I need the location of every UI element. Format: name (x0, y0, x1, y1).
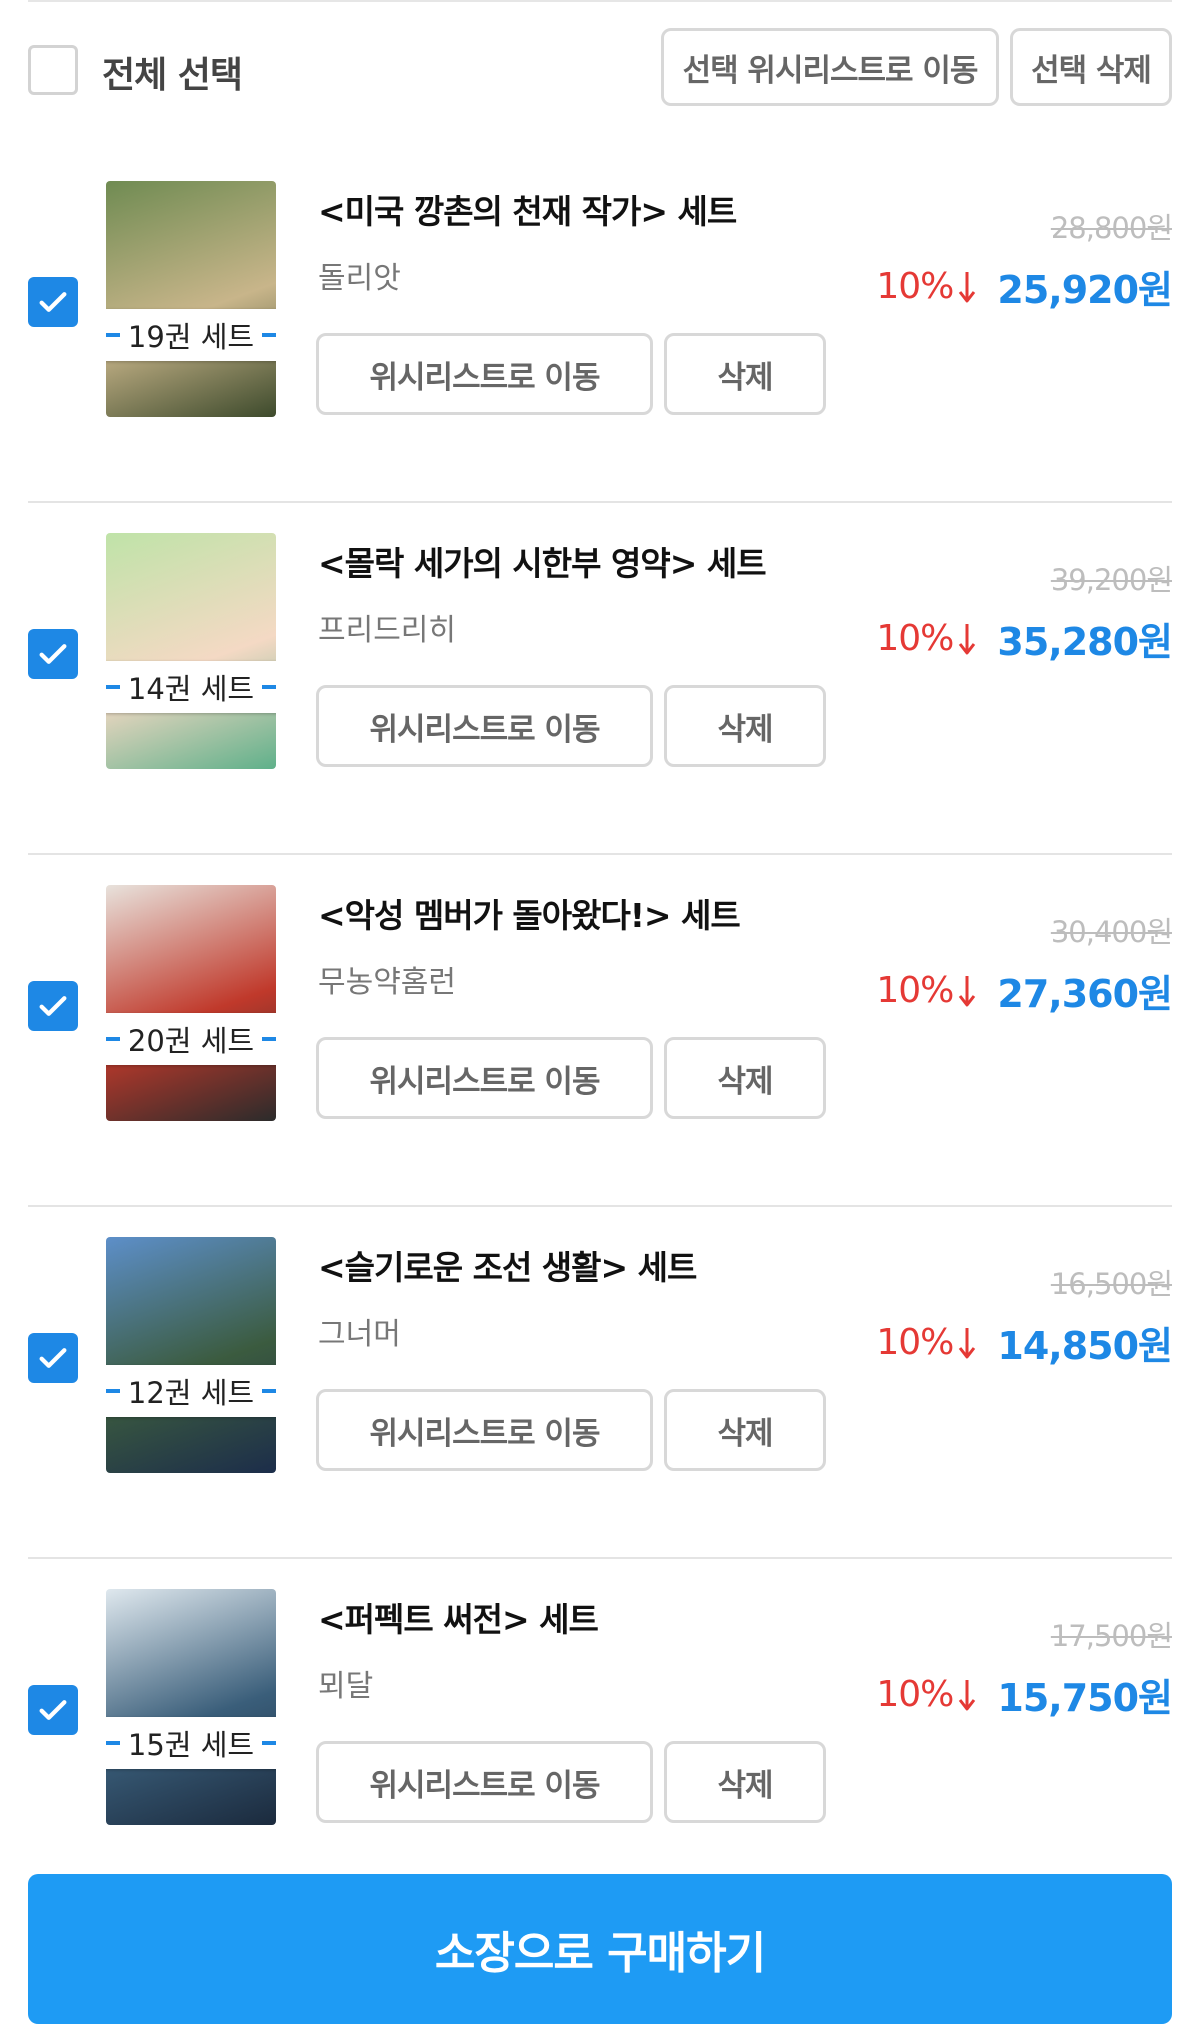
badge-dash (106, 333, 120, 337)
original-price: 17,500원 (1050, 1619, 1173, 1653)
book-cover[interactable]: 15권 세트 (106, 1589, 276, 1825)
discount-rate: 10% (876, 970, 954, 1011)
move-to-wishlist-button[interactable]: 위시리스트로 이동 (316, 333, 653, 415)
down-arrow-icon (959, 623, 976, 654)
badge-dash (106, 685, 120, 689)
volume-badge: 14권 세트 (106, 661, 276, 713)
cart-item: 14권 세트 <몰락 세가의 시한부 영약> 세트프리드리히위시리스트로 이동 삭제… (28, 499, 1173, 855)
sale-price: 25,920원 (997, 268, 1173, 312)
price-row: 10% 27,360원 (876, 963, 1173, 1018)
badge-dash (106, 1741, 120, 1745)
item-checkbox[interactable] (28, 981, 78, 1031)
book-title[interactable]: <퍼펙트 써전> 세트 (318, 1593, 599, 1641)
book-title[interactable]: <미국 깡촌의 천재 작가> 세트 (318, 185, 737, 233)
check-icon (39, 996, 67, 1016)
down-arrow-icon (959, 975, 976, 1006)
badge-dash (106, 1037, 120, 1041)
item-checkbox[interactable] (28, 277, 78, 327)
delete-button[interactable]: 삭제 (664, 685, 826, 767)
down-arrow-icon (959, 1327, 976, 1358)
original-price: 16,500원 (1050, 1267, 1173, 1301)
cart-item: 15권 세트 <퍼펙트 써전> 세트뫼달위시리스트로 이동 삭제 17,500원 10%… (28, 1555, 1173, 1911)
cover-image (106, 885, 276, 1121)
volume-badge-text: 15권 세트 (127, 1728, 255, 1762)
delete-selected-button[interactable]: 선택 삭제 (1010, 28, 1172, 106)
move-to-wishlist-button[interactable]: 위시리스트로 이동 (316, 1389, 653, 1471)
cart-item: 12권 세트 <슬기로운 조선 생활> 세트그너머위시리스트로 이동 삭제 16,50… (28, 1203, 1173, 1559)
price-row: 10% 25,920원 (876, 259, 1173, 314)
original-price: 39,200원 (1050, 563, 1173, 597)
move-selected-to-wishlist-button[interactable]: 선택 위시리스트로 이동 (661, 28, 999, 106)
sale-price: 15,750원 (997, 1676, 1173, 1720)
down-arrow-icon (959, 1679, 976, 1710)
badge-dash (262, 333, 276, 337)
select-all-label[interactable]: 전체 선택 (102, 46, 243, 98)
book-cover[interactable]: 20권 세트 (106, 885, 276, 1121)
book-cover[interactable]: 12권 세트 (106, 1237, 276, 1473)
item-checkbox[interactable] (28, 1333, 78, 1383)
badge-dash (262, 685, 276, 689)
cart-item: 19권 세트 <미국 깡촌의 천재 작가> 세트돌리앗위시리스트로 이동 삭제 28,… (28, 147, 1173, 503)
check-icon (39, 292, 67, 312)
original-price: 28,800원 (1050, 211, 1173, 245)
item-checkbox[interactable] (28, 1685, 78, 1735)
badge-dash (262, 1037, 276, 1041)
volume-badge: 20권 세트 (106, 1013, 276, 1065)
book-title[interactable]: <악성 멤버가 돌아왔다!> 세트 (318, 889, 741, 937)
volume-badge: 19권 세트 (106, 309, 276, 361)
original-price: 30,400원 (1050, 915, 1173, 949)
cover-image (106, 1237, 276, 1473)
volume-badge: 15권 세트 (106, 1717, 276, 1769)
move-to-wishlist-button[interactable]: 위시리스트로 이동 (316, 685, 653, 767)
delete-button[interactable]: 삭제 (664, 333, 826, 415)
cover-image (106, 1589, 276, 1825)
check-icon (39, 644, 67, 664)
book-cover[interactable]: 14권 세트 (106, 533, 276, 769)
book-author: 프리드리히 (318, 613, 456, 648)
top-divider (28, 0, 1172, 2)
book-cover[interactable]: 19권 세트 (106, 181, 276, 417)
item-checkbox[interactable] (28, 629, 78, 679)
book-author: 뫼달 (318, 1669, 374, 1704)
book-title[interactable]: <몰락 세가의 시한부 영약> 세트 (318, 537, 767, 585)
select-all-checkbox[interactable] (28, 45, 78, 95)
volume-badge-text: 20권 세트 (127, 1024, 255, 1058)
discount-rate: 10% (876, 266, 954, 307)
book-author: 돌리앗 (318, 261, 401, 296)
sale-price: 14,850원 (997, 1324, 1173, 1368)
cart-item: 20권 세트 <악성 멤버가 돌아왔다!> 세트무농약홈런위시리스트로 이동 삭제 3… (28, 851, 1173, 1207)
volume-badge-text: 19권 세트 (127, 320, 255, 354)
book-author: 무농약홈런 (318, 965, 456, 1000)
badge-dash (262, 1741, 276, 1745)
volume-badge-text: 12권 세트 (127, 1376, 255, 1410)
discount-rate: 10% (876, 1322, 954, 1363)
badge-dash (106, 1389, 120, 1393)
volume-badge: 12권 세트 (106, 1365, 276, 1417)
buy-to-own-button[interactable]: 소장으로 구매하기 (28, 1874, 1172, 2024)
book-title[interactable]: <슬기로운 조선 생활> 세트 (318, 1241, 697, 1289)
price-row: 10% 15,750원 (876, 1667, 1173, 1722)
delete-button[interactable]: 삭제 (664, 1741, 826, 1823)
discount-rate: 10% (876, 618, 954, 659)
cover-image (106, 533, 276, 769)
check-icon (39, 1700, 67, 1720)
cart-header: 전체 선택 선택 위시리스트로 이동 선택 삭제 (28, 28, 1172, 108)
discount-rate: 10% (876, 1674, 954, 1715)
move-to-wishlist-button[interactable]: 위시리스트로 이동 (316, 1741, 653, 1823)
check-icon (39, 1348, 67, 1368)
sale-price: 27,360원 (997, 972, 1173, 1016)
badge-dash (262, 1389, 276, 1393)
move-to-wishlist-button[interactable]: 위시리스트로 이동 (316, 1037, 653, 1119)
delete-button[interactable]: 삭제 (664, 1037, 826, 1119)
down-arrow-icon (959, 271, 976, 302)
sale-price: 35,280원 (997, 620, 1173, 664)
delete-button[interactable]: 삭제 (664, 1389, 826, 1471)
price-row: 10% 35,280원 (876, 611, 1173, 666)
book-author: 그너머 (318, 1317, 401, 1352)
price-row: 10% 14,850원 (876, 1315, 1173, 1370)
volume-badge-text: 14권 세트 (127, 672, 255, 706)
cover-image (106, 181, 276, 417)
